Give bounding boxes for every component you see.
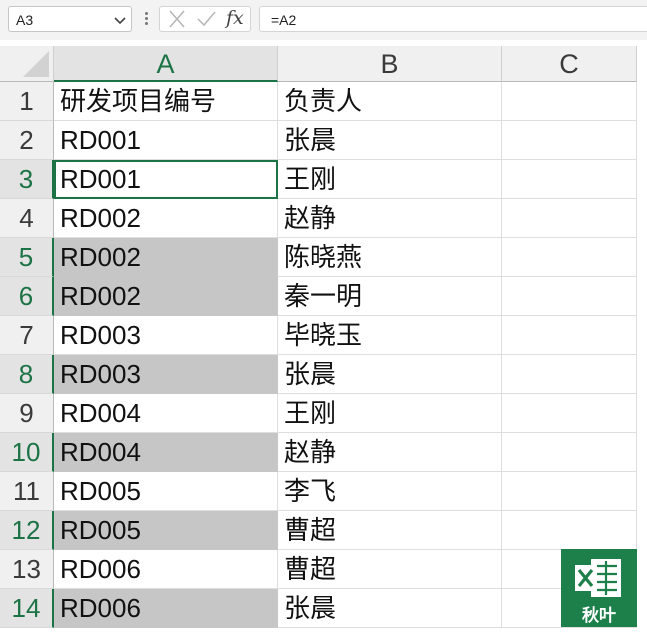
cell-b3[interactable]: 王刚 <box>278 160 502 199</box>
row-header-5[interactable]: 5 <box>0 238 54 277</box>
cell-c2[interactable] <box>502 121 637 160</box>
cell-a5[interactable]: RD002 <box>54 238 278 277</box>
cell-b9[interactable]: 王刚 <box>278 394 502 433</box>
cell-a12[interactable]: RD005 <box>54 511 278 550</box>
cell-a6[interactable]: RD002 <box>54 277 278 316</box>
cell-a14[interactable]: RD006 <box>54 589 278 628</box>
cell-c9[interactable] <box>502 394 637 433</box>
cell-a8[interactable]: RD003 <box>54 355 278 394</box>
row-header-6[interactable]: 6 <box>0 277 54 316</box>
row-header-12[interactable]: 12 <box>0 511 54 550</box>
row-header-8[interactable]: 8 <box>0 355 54 394</box>
spreadsheet-grid: A B C 1 研发项目编号 负责人 2 RD001 张晨 3 RD001 王刚 4 RD002 赵静… <box>0 46 647 634</box>
cell-c5[interactable] <box>502 238 637 277</box>
cell-a13[interactable]: RD006 <box>54 550 278 589</box>
cell-a1[interactable]: 研发项目编号 <box>54 82 278 121</box>
formula-text: =A2 <box>271 12 297 28</box>
cell-c7[interactable] <box>502 316 637 355</box>
cell-c12[interactable] <box>502 511 637 550</box>
cell-a10[interactable]: RD004 <box>54 433 278 472</box>
row-header-7[interactable]: 7 <box>0 316 54 355</box>
row-header-9[interactable]: 9 <box>0 394 54 433</box>
qiuye-excel-logo: 秋叶 <box>561 549 637 627</box>
column-header-a[interactable]: A <box>54 46 278 82</box>
column-header-c[interactable]: C <box>502 46 637 82</box>
chevron-down-icon[interactable] <box>113 13 127 27</box>
cell-b1[interactable]: 负责人 <box>278 82 502 121</box>
cell-c3[interactable] <box>502 160 637 199</box>
cell-a4[interactable]: RD002 <box>54 199 278 238</box>
enter-check-icon[interactable] <box>196 10 216 28</box>
cancel-icon[interactable] <box>167 10 187 28</box>
insert-function-button[interactable]: fx <box>226 7 244 29</box>
excel-icon <box>575 559 621 597</box>
row-header-4[interactable]: 4 <box>0 199 54 238</box>
row-header-13[interactable]: 13 <box>0 550 54 589</box>
cell-b2[interactable]: 张晨 <box>278 121 502 160</box>
name-box-value: A3 <box>16 12 34 28</box>
cell-b14[interactable]: 张晨 <box>278 589 502 628</box>
cell-c4[interactable] <box>502 199 637 238</box>
cell-a11[interactable]: RD005 <box>54 472 278 511</box>
row-header-10[interactable]: 10 <box>0 433 54 472</box>
name-box[interactable]: A3 <box>8 6 132 32</box>
more-options-icon[interactable] <box>143 10 149 28</box>
select-all-corner[interactable] <box>0 46 54 82</box>
row-header-14[interactable]: 14 <box>0 589 54 628</box>
cell-b12[interactable]: 曹超 <box>278 511 502 550</box>
row-header-2[interactable]: 2 <box>0 121 54 160</box>
cell-c1[interactable] <box>502 82 637 121</box>
formula-buttons: fx <box>159 6 251 32</box>
cell-b6[interactable]: 秦一明 <box>278 277 502 316</box>
cell-b11[interactable]: 李飞 <box>278 472 502 511</box>
cell-b5[interactable]: 陈晓燕 <box>278 238 502 277</box>
formula-bar: A3 fx =A2 <box>0 0 647 40</box>
cell-c8[interactable] <box>502 355 637 394</box>
cell-c11[interactable] <box>502 472 637 511</box>
cell-c6[interactable] <box>502 277 637 316</box>
column-header-b[interactable]: B <box>278 46 502 82</box>
cell-a3[interactable]: RD001 <box>54 160 278 199</box>
logo-text: 秋叶 <box>582 606 616 625</box>
row-header-1[interactable]: 1 <box>0 82 54 121</box>
cell-b13[interactable]: 曹超 <box>278 550 502 589</box>
cell-a9[interactable]: RD004 <box>54 394 278 433</box>
cell-b7[interactable]: 毕晓玉 <box>278 316 502 355</box>
cell-c10[interactable] <box>502 433 637 472</box>
row-header-11[interactable]: 11 <box>0 472 54 511</box>
cell-a7[interactable]: RD003 <box>54 316 278 355</box>
cell-b8[interactable]: 张晨 <box>278 355 502 394</box>
cell-b4[interactable]: 赵静 <box>278 199 502 238</box>
formula-input[interactable]: =A2 <box>259 6 647 32</box>
cell-b10[interactable]: 赵静 <box>278 433 502 472</box>
cell-a2[interactable]: RD001 <box>54 121 278 160</box>
row-header-3[interactable]: 3 <box>0 160 54 199</box>
